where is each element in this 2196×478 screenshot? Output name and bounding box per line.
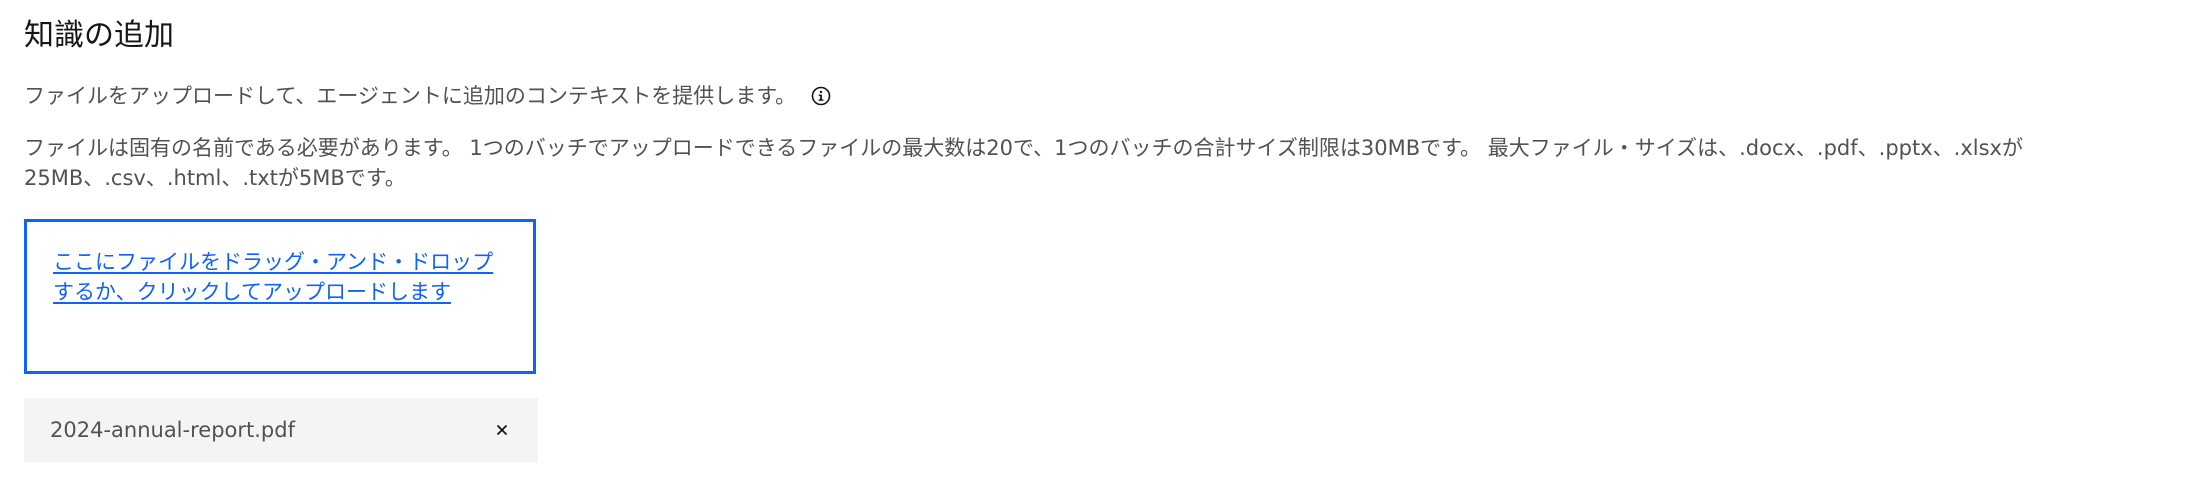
section-title: 知識の追加 bbox=[24, 18, 174, 53]
section-subtitle: ファイルをアップロードして、エージェントに追加のコンテキストを提供します。 bbox=[24, 84, 797, 108]
add-knowledge-section: 知識の追加 ファイルをアップロードして、エージェントに追加のコンテキストを提供し… bbox=[0, 0, 2196, 478]
dropzone-upload-link[interactable]: ここにファイルをドラッグ・アンド・ドロップするか、クリックしてアップロードします bbox=[53, 247, 503, 307]
subtitle-row: ファイルをアップロードして、エージェントに追加のコンテキストを提供します。 bbox=[24, 78, 832, 114]
file-dropzone[interactable]: ここにファイルをドラッグ・アンド・ドロップするか、クリックしてアップロードします bbox=[24, 219, 536, 374]
information-icon[interactable] bbox=[810, 85, 832, 107]
close-icon bbox=[488, 416, 516, 444]
uploaded-file-name: 2024-annual-report.pdf bbox=[50, 418, 295, 442]
upload-limits-text: ファイルは固有の名前である必要があります。 1つのバッチでアップロードできるファ… bbox=[24, 136, 2023, 190]
uploaded-file-item: 2024-annual-report.pdf bbox=[24, 398, 538, 462]
remove-file-button[interactable] bbox=[488, 416, 516, 444]
